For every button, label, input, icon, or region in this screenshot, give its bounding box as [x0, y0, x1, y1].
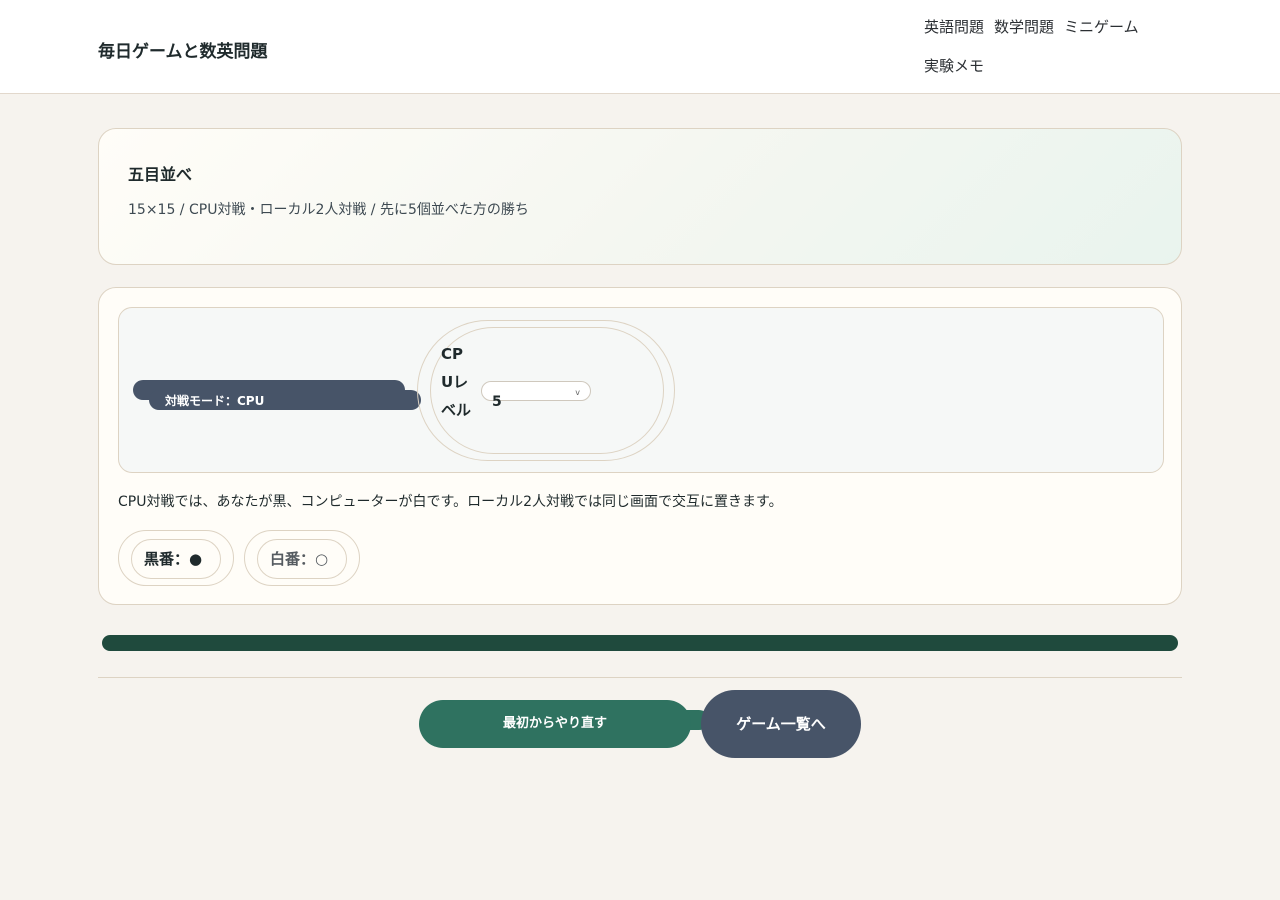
mode-toggle-button[interactable]: 対戦モード：CPU: [133, 380, 421, 410]
turn-white-label: 白番：○: [257, 539, 347, 579]
level-label: CPUレベル: [441, 345, 472, 419]
turn-black-badge: 黒番：●: [118, 530, 234, 586]
nav-link-memo[interactable]: 実験メモ: [924, 56, 984, 76]
chevron-down-icon: v: [575, 388, 580, 397]
turn-white-badge: 白番：○: [244, 530, 360, 586]
site-title[interactable]: 毎日ゲームと数英問題: [98, 37, 268, 62]
game-hero: 五目並べ 15×15 / CPU対戦・ローカル2人対戦 / 先に5個並べた方の勝…: [98, 128, 1182, 265]
page-title: 五目並べ: [128, 165, 193, 184]
divider: [98, 677, 1182, 678]
nav-link-math[interactable]: 数学問題: [994, 17, 1054, 37]
level-control: CPUレベル 5 v: [417, 320, 675, 461]
mode-button-label[interactable]: 対戦モード：CPU: [149, 390, 421, 410]
restart-control: 最初からやり直す: [419, 700, 709, 748]
game-board-bar: [102, 635, 1178, 651]
level-value: 5: [492, 394, 502, 410]
nav-link-minigame[interactable]: ミニゲーム: [1064, 17, 1139, 37]
game-list-button[interactable]: ゲーム一覧へ: [701, 690, 861, 758]
restart-button[interactable]: 最初からやり直す: [419, 700, 691, 748]
game-description: 15×15 / CPU対戦・ローカル2人対戦 / 先に5個並べた方の勝ち: [128, 202, 529, 218]
controls-box: 対戦モード：CPU CPUレベル 5 v: [118, 307, 1164, 473]
mode-note: CPU対戦では、あなたが黒、コンピューターが白です。ローカル2人対戦では同じ画面…: [118, 494, 783, 510]
site-header: 毎日ゲームと数英問題 英語問題 数学問題 ミニゲーム実験メモ: [0, 0, 1280, 94]
nav-link-english[interactable]: 英語問題: [924, 17, 984, 37]
site-nav: 英語問題 数学問題 ミニゲーム実験メモ: [924, 17, 1164, 95]
game-panel: 対戦モード：CPU CPUレベル 5 v CPU対戦では、あなたが黒、コンピュー…: [98, 287, 1182, 605]
turn-black-label: 黒番：●: [131, 539, 221, 579]
level-select[interactable]: 5 v: [481, 381, 591, 410]
level-control-inner: CPUレベル 5 v: [430, 327, 664, 454]
